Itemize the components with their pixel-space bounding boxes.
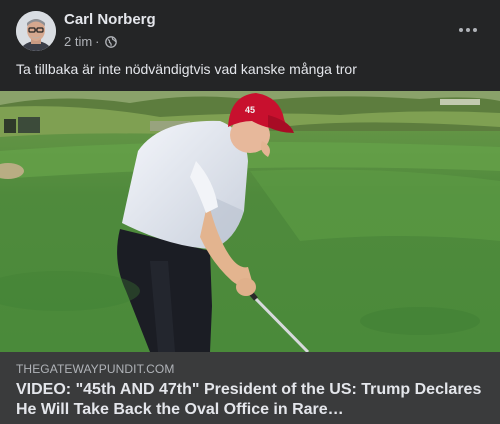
- cap-number: 45: [245, 105, 255, 115]
- author-avatar[interactable]: [16, 11, 56, 51]
- golf-scene-image: 45: [0, 91, 500, 352]
- link-title[interactable]: VIDEO: "45th AND 47th" President of the …: [16, 380, 486, 420]
- globe-icon: [104, 35, 117, 48]
- link-preview[interactable]: THEGATEWAYPUNDIT.COM VIDEO: "45th AND 47…: [0, 352, 500, 424]
- post-caption: Ta tillbaka är inte nödvändigtvis vad ka…: [16, 61, 357, 77]
- more-dots-icon: [459, 28, 477, 32]
- post-meta: 2 tim ·: [64, 34, 117, 49]
- link-domain: THEGATEWAYPUNDIT.COM: [16, 362, 175, 376]
- post-media-video-thumbnail[interactable]: 45: [0, 91, 500, 352]
- post-timestamp[interactable]: 2 tim: [64, 34, 92, 49]
- meta-separator: ·: [95, 34, 100, 49]
- author-name[interactable]: Carl Norberg: [64, 11, 156, 28]
- facebook-post: Carl Norberg 2 tim · Ta tillbaka är inte…: [0, 0, 500, 424]
- avatar-image: [16, 11, 56, 51]
- more-options-button[interactable]: [456, 18, 480, 42]
- post-header: Carl Norberg 2 tim ·: [0, 0, 500, 56]
